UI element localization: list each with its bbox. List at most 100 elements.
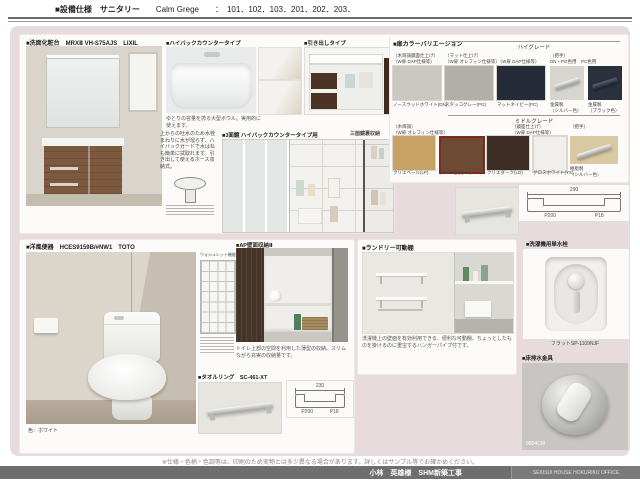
- drain-photo: 9904CM: [522, 363, 628, 450]
- mirror-label: ■3面鏡 ハイバックカウンタータイプ用: [222, 131, 318, 139]
- handle-bar-icon: [592, 77, 618, 90]
- bottle: [380, 192, 386, 205]
- swatch-crie-mocha-selected: [439, 136, 485, 174]
- towel: [465, 301, 491, 317]
- flush-button: [114, 316, 124, 320]
- swatch-name: クリエダーク(LD): [487, 170, 523, 176]
- dim-end: P18: [595, 214, 604, 219]
- highback-side-note: 上からの吐水のため水栓まわりに水が溜らず、ハイバックガードで水はねも簡単に拭取れ…: [160, 131, 218, 170]
- toilet-label: ■洋風便器 HCES9159B/#NW1 TOTO: [26, 242, 135, 251]
- drawer-type-photo: [304, 47, 394, 115]
- swatch-north-wood-white: [393, 66, 441, 100]
- movable-shelf: [376, 273, 427, 276]
- door-color-section: ■扉カラーバリエーション ハイグレード 〔木目調鏡面仕上げ〕 （W扉 DAP仕様…: [390, 35, 628, 182]
- swatch-name: スタッコグレー(PG): [445, 102, 486, 108]
- page-title: ■設備仕様 サニタリー: [55, 4, 140, 15]
- bottle: [296, 180, 304, 196]
- washlet-title: ウォシュレット機能: [200, 252, 236, 258]
- swatch-stucco-gray: [445, 66, 493, 100]
- swatch-crie-dark: [487, 136, 529, 170]
- faucet-photo: [522, 248, 630, 340]
- open-drawer: [311, 90, 337, 109]
- handle-photo-silver: [550, 66, 584, 100]
- shelf: [264, 303, 332, 306]
- towel-ring-profile: [295, 394, 345, 408]
- stored-item: [345, 74, 355, 88]
- handle-dimension-diagram: 290 P200 P18: [518, 184, 630, 222]
- profile-notch: [543, 198, 606, 206]
- swatch-name: クリエペール(LP): [393, 170, 429, 176]
- towel-ring-label: ■タオルリング SC-461-XT: [198, 373, 267, 381]
- detail-photo-2: [258, 80, 302, 115]
- header: ■設備仕様 サニタリー Calm Grege ： 101．102．103．201…: [55, 4, 355, 15]
- highback-bowl-photo: [166, 47, 256, 113]
- bowl: [170, 63, 252, 109]
- highback-caption: ゆとりの容量を誇る大型ボウル。実用的に使えます。: [166, 116, 262, 129]
- basket: [302, 317, 328, 330]
- spec-sheet-page: ■設備仕様 サニタリー Calm Grege ： 101．102．103．201…: [0, 0, 640, 480]
- toilet-seat: [88, 354, 166, 400]
- mirror-doors: [223, 140, 290, 232]
- dim-width: 290: [525, 187, 623, 193]
- handle-color: （ブラック色）: [588, 108, 620, 114]
- handle-photo-black: [588, 66, 622, 100]
- movable-shelf: [376, 297, 427, 300]
- shelf-closeup-photo: [454, 253, 513, 333]
- open-drawer: [311, 70, 337, 89]
- towel-ring-dimension-diagram: 230 P200 P18: [286, 380, 354, 418]
- handle-bar-icon: [576, 143, 612, 159]
- customer-project-name: 小林 英雄様 SHM新築工事: [369, 468, 462, 478]
- bottle: [379, 148, 384, 159]
- faucet-spout-icon: [572, 291, 580, 313]
- bottle: [330, 206, 338, 222]
- group1-name: 〔木目調鏡面仕上げ〕: [393, 53, 438, 59]
- side-storage: [363, 140, 393, 232]
- highback-label: ■ハイバックカウンタータイプ: [166, 39, 241, 47]
- detail-photo-1: [258, 47, 302, 80]
- laundry-label: ■ランドリー可動棚: [362, 243, 414, 252]
- group2-sub: （W扉 オレフィン仕様等）（W扉 DAP仕様等）: [445, 59, 539, 65]
- shelf: [455, 281, 513, 284]
- laundry-caption: 洗濯機上の壁面を有効利用できる、便利な可動棚。ちょっとしたものを掛けるのに重宝す…: [362, 336, 512, 349]
- vanity-mirror: [46, 58, 120, 128]
- tray: [298, 208, 322, 224]
- dim-pitch: P200: [301, 410, 313, 415]
- swatch-gloss-white: [533, 136, 567, 172]
- box: [328, 178, 340, 198]
- swatch-matte-navy: [497, 66, 545, 100]
- group1-sub: （W扉 DAP仕様等）: [393, 59, 438, 65]
- dimension-line: [527, 194, 621, 195]
- bottle: [463, 267, 469, 281]
- hose-storage-diagram: [166, 177, 214, 223]
- counter-top: [309, 54, 383, 64]
- dim-end: P18: [330, 410, 339, 415]
- header-divider: [8, 17, 632, 22]
- annotation-lines: [166, 205, 214, 215]
- three-door-mirror-photo: [222, 139, 394, 233]
- ap-storage-photo: [236, 248, 348, 342]
- swatch-crie-pale: [393, 136, 435, 170]
- hose-icon: [185, 190, 196, 203]
- counter: [455, 319, 513, 333]
- group5-sub: （W扉 DAP仕様等）: [512, 130, 554, 136]
- dimension-line: [295, 390, 345, 391]
- paper-roll: [270, 290, 282, 302]
- toilet-photo: [26, 252, 196, 424]
- toilet-color-note: 色：ホワイト: [28, 428, 58, 435]
- drawer-type-label: ■引き出しタイプ: [304, 39, 346, 47]
- laundry-shelf-photo: [362, 252, 514, 334]
- disclaimer-note: ※仕様・色柄・色調等は、印刷のため実物とは多少異なる場合があります。詳しくはサン…: [0, 457, 640, 466]
- faucet-icon: [204, 52, 220, 57]
- open-door-right: [332, 248, 348, 342]
- laundry-section: ■ランドリー可動棚 洗濯機上の壁面を有効利用できる、便利な可動棚。ちょっとしたも…: [358, 240, 516, 374]
- cabinet-split: [88, 146, 90, 194]
- floor: [26, 400, 196, 424]
- drain-label: ■床排水金具: [522, 354, 553, 362]
- handle-color: （シルバー色）: [550, 108, 582, 114]
- towel-ring-photo: [198, 382, 282, 434]
- handle-closeup-photo: [455, 187, 519, 235]
- swatch-name: クリエモカ(LM): [439, 170, 471, 176]
- bowl-icon: [174, 177, 206, 190]
- faucet-label: ■洗濯機用単水栓: [526, 240, 568, 248]
- swatch-name: グロスホワイト(YS): [533, 170, 574, 176]
